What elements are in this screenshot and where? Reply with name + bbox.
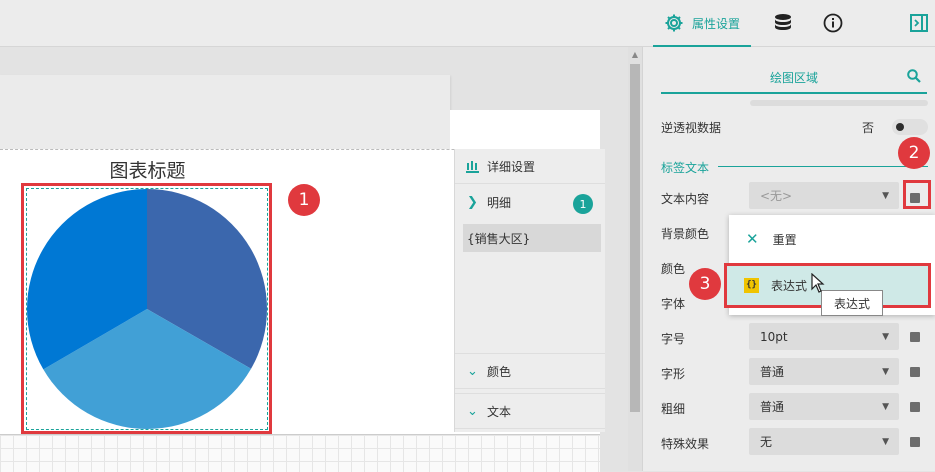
field-chip-sales-region[interactable]: {销售大区} (463, 224, 601, 252)
chevron-down-icon: ⌄ (467, 403, 478, 419)
font-weight-value: 普通 (760, 400, 785, 414)
label-text-section-title: 标签文本 (661, 161, 710, 175)
chevron-right-icon: ❯ (467, 194, 478, 210)
callout-badge-3: 3 (689, 268, 721, 300)
scrollbar-thumb[interactable] (630, 64, 640, 412)
property-label-font-style: 字形 (661, 367, 686, 381)
close-icon: ✕ (746, 230, 759, 248)
property-label-special-effects: 特殊效果 (661, 437, 710, 451)
font-style-select[interactable]: 普通 ▼ (749, 358, 899, 385)
chevron-down-icon: ▼ (882, 331, 889, 342)
reverse-pivot-value: 否 (862, 121, 875, 135)
font-size-value: 10pt (760, 329, 788, 344)
search-icon[interactable] (906, 68, 922, 84)
report-page-edge (450, 110, 600, 150)
font-style-value: 普通 (760, 365, 785, 379)
mouse-cursor-icon (811, 273, 825, 293)
detail-section-label: 明细 (487, 195, 512, 210)
callout-badge-1: 1 (288, 184, 320, 216)
gear-icon (665, 14, 683, 32)
section-divider (718, 166, 928, 167)
font-size-select[interactable]: 10pt ▼ (749, 323, 899, 350)
detail-settings-title: 详细设置 (487, 159, 536, 174)
tab-property-settings-label: 属性设置 (691, 16, 740, 31)
panel-collapse-icon (910, 14, 928, 32)
menu-item-reset[interactable]: ✕ 重置 (729, 224, 935, 254)
callout-badge-2: 2 (898, 137, 930, 169)
callout-box-plot-area (21, 183, 272, 434)
property-label-font-weight: 粗细 (661, 402, 686, 416)
report-header-band (0, 75, 450, 151)
property-label-font: 字体 (661, 297, 686, 311)
chevron-down-icon: ▼ (882, 366, 889, 377)
special-effects-select[interactable]: 无 ▼ (749, 428, 899, 455)
chart-title[interactable]: 图表标题 (60, 156, 235, 183)
font-size-expression-button[interactable] (910, 332, 920, 342)
collapse-panel-button[interactable] (908, 0, 930, 46)
plot-area-header-label: 绘图区域 (769, 70, 818, 85)
tab-property-settings[interactable]: 属性设置 (653, 0, 751, 47)
property-label-background-color: 背景颜色 (661, 227, 710, 241)
color-section-label: 颜色 (487, 364, 512, 379)
tooltip: 表达式 (821, 290, 883, 316)
text-content-select[interactable]: <无> ▼ (749, 182, 899, 209)
chevron-down-icon: ⌄ (467, 363, 478, 379)
font-weight-expression-button[interactable] (910, 402, 920, 412)
detail-count-badge: 1 (573, 194, 593, 214)
special-effects-expression-button[interactable] (910, 437, 920, 447)
database-icon (775, 14, 791, 30)
detail-settings-header[interactable]: 详细设置 (455, 149, 605, 184)
detail-settings-panel: 详细设置 ❯ 明细 1 {销售大区} ⌄ 颜色 ⌄ 文本 (454, 149, 605, 432)
property-label-color: 颜色 (661, 262, 686, 276)
detail-settings-icon (466, 161, 479, 173)
reverse-pivot-label: 逆透视数据 (661, 121, 722, 135)
toggle-knob (896, 123, 904, 131)
callout-box-expression-button (903, 180, 931, 209)
top-toolbar: 属性设置 (0, 0, 935, 47)
property-label-text-content: 文本内容 (661, 192, 710, 206)
design-grid (0, 434, 600, 472)
tab-info[interactable] (820, 0, 846, 46)
info-icon (823, 13, 843, 33)
font-weight-select[interactable]: 普通 ▼ (749, 393, 899, 420)
panel-scroll-indicator (750, 100, 928, 106)
tab-data-source[interactable] (770, 0, 796, 46)
chevron-down-icon: ▼ (882, 190, 889, 201)
text-section[interactable]: ⌄ 文本 (455, 393, 605, 429)
chevron-down-icon: ▼ (882, 436, 889, 447)
special-effects-value: 无 (760, 435, 773, 449)
font-style-expression-button[interactable] (910, 367, 920, 377)
menu-item-reset-label: 重置 (772, 232, 797, 247)
color-section[interactable]: ⌄ 颜色 (455, 353, 605, 389)
property-label-font-size: 字号 (661, 332, 686, 346)
plot-area-header: 绘图区域 (661, 62, 927, 94)
text-section-label: 文本 (487, 404, 512, 419)
scroll-up-arrow-icon[interactable]: ▲ (628, 50, 642, 62)
text-content-value: <无> (760, 189, 793, 203)
chevron-down-icon: ▼ (882, 401, 889, 412)
